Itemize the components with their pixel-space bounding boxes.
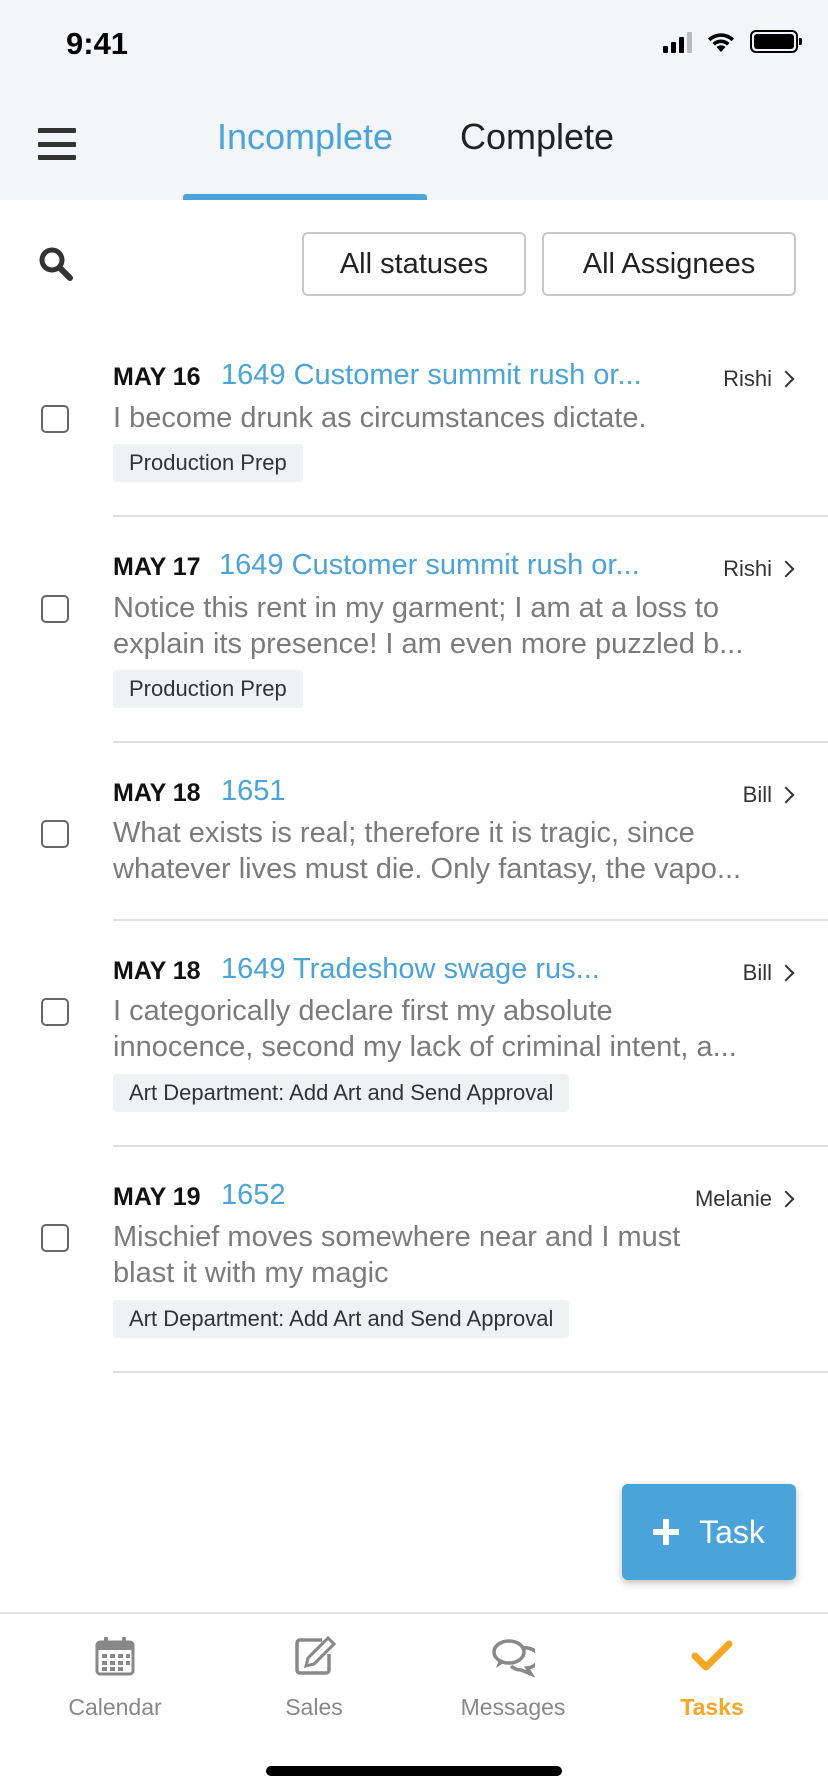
divider <box>113 919 828 921</box>
chevron-right-icon <box>777 1190 795 1208</box>
task-date: MAY 16 <box>113 363 201 391</box>
plus-icon <box>653 1519 680 1545</box>
task-assignee[interactable]: Rishi <box>723 556 795 582</box>
task-date: MAY 18 <box>113 957 201 985</box>
divider <box>113 515 828 517</box>
chat-icon <box>492 1639 535 1678</box>
task-date: MAY 18 <box>113 779 201 807</box>
nav-label: Tasks <box>680 1694 744 1720</box>
assignee-name: Bill <box>742 782 772 807</box>
task-title[interactable]: 1651 <box>221 775 286 808</box>
task-tag: Production Prep <box>113 670 303 708</box>
nav-tasks[interactable]: Tasks <box>612 1614 812 1744</box>
battery-icon <box>750 30 802 53</box>
task-checkbox[interactable] <box>41 998 69 1026</box>
edit-icon <box>295 1635 336 1675</box>
task-checkbox[interactable] <box>41 1224 69 1252</box>
assignee-name: Rishi <box>723 366 772 391</box>
task-tag: Art Department: Add Art and Send Approva… <box>113 1074 570 1112</box>
task-description: Notice this rent in my garment; I am at … <box>113 592 744 660</box>
task-title[interactable]: 1649 Customer summit rush or... <box>221 359 642 392</box>
nav-calendar[interactable]: Calendar <box>15 1614 215 1744</box>
task-description: What exists is real; therefore it is tra… <box>113 817 742 885</box>
assignee-name: Melanie <box>694 1186 772 1211</box>
tab-complete[interactable]: Complete <box>460 116 614 158</box>
divider <box>113 1145 828 1147</box>
calendar-icon <box>95 1637 135 1676</box>
add-task-button[interactable]: Task <box>622 1484 796 1580</box>
task-checkbox[interactable] <box>41 820 69 848</box>
bottom-nav: Calendar Sales Messages Tasks <box>0 1612 828 1792</box>
task-date: MAY 19 <box>113 1183 201 1211</box>
task-description: Mischief moves somewhere near and I must… <box>113 1221 681 1289</box>
assignee-name: Rishi <box>723 556 772 581</box>
home-indicator[interactable] <box>266 1766 562 1776</box>
divider <box>113 741 828 743</box>
task-assignee[interactable]: Melanie <box>694 1186 795 1212</box>
status-time: 9:41 <box>66 26 129 61</box>
chevron-right-icon <box>777 964 795 982</box>
divider <box>113 1371 828 1373</box>
task-title[interactable]: 1649 Tradeshow swage rus... <box>221 953 600 986</box>
status-icons <box>663 30 802 53</box>
task-date: MAY 17 <box>113 553 201 581</box>
task-title[interactable]: 1649 Customer summit rush or... <box>219 549 640 582</box>
task-description: I categorically declare first my absolut… <box>113 995 737 1063</box>
nav-label: Sales <box>285 1694 343 1720</box>
signal-icon <box>663 31 692 53</box>
chevron-right-icon <box>777 370 795 388</box>
task-checkbox[interactable] <box>41 405 69 433</box>
nav-sales[interactable]: Sales <box>214 1614 414 1744</box>
check-icon <box>691 1640 733 1671</box>
nav-label: Calendar <box>68 1694 162 1720</box>
task-title[interactable]: 1652 <box>221 1179 286 1212</box>
add-task-label: Task <box>699 1513 765 1550</box>
task-assignee[interactable]: Bill <box>742 782 795 808</box>
assignee-name: Bill <box>742 960 772 985</box>
assignee-filter-button[interactable]: All Assignees <box>542 232 796 296</box>
task-tag: Art Department: Add Art and Send Approva… <box>113 1300 570 1338</box>
tab-incomplete[interactable]: Incomplete <box>183 116 427 200</box>
task-description: I become drunk as circumstances dictate. <box>113 402 647 434</box>
menu-icon[interactable] <box>38 128 76 160</box>
task-checkbox[interactable] <box>41 595 69 623</box>
task-tag: Production Prep <box>113 444 303 482</box>
wifi-icon <box>708 32 734 52</box>
nav-label: Messages <box>460 1694 566 1720</box>
chevron-right-icon <box>777 560 795 578</box>
chevron-right-icon <box>777 786 795 804</box>
tab-active-indicator <box>183 194 427 200</box>
search-icon[interactable] <box>38 246 74 282</box>
task-assignee[interactable]: Rishi <box>723 366 795 392</box>
status-filter-button[interactable]: All statuses <box>302 232 526 296</box>
task-assignee[interactable]: Bill <box>742 960 795 986</box>
nav-messages[interactable]: Messages <box>413 1614 613 1744</box>
